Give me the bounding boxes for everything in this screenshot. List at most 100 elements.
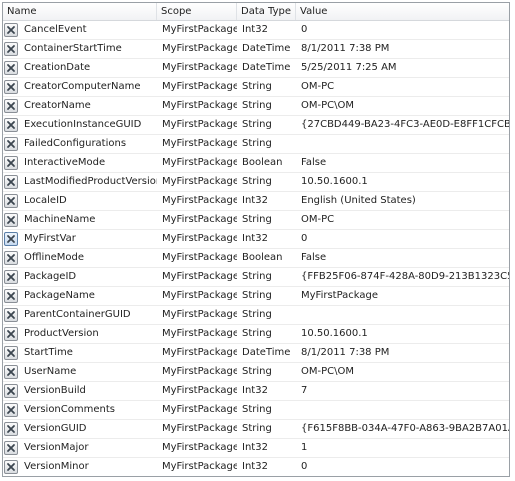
table-row[interactable]: FailedConfigurations MyFirstPackage String bbox=[3, 135, 509, 154]
value-cell[interactable]: 10.50.1600.1 bbox=[296, 173, 509, 191]
table-row[interactable]: PackageName MyFirstPackage String MyFirstPa… bbox=[3, 287, 509, 306]
value-cell[interactable]: OM-PC\OM bbox=[296, 363, 509, 381]
name-cell[interactable]: ParentContainerGUID bbox=[3, 306, 157, 324]
value-cell[interactable]: 10.50.1600.1 bbox=[296, 325, 509, 343]
name-cell[interactable]: CreatorComputerName bbox=[3, 78, 157, 96]
name-cell[interactable]: MyFirstVar bbox=[3, 230, 157, 248]
table-row[interactable]: CreationDate MyFirstPackage DateTime 5/25/2… bbox=[3, 59, 509, 78]
table-row[interactable]: StartTime MyFirstPackage DateTime 8/1/2011 … bbox=[3, 344, 509, 363]
data-type-cell[interactable]: String bbox=[237, 363, 296, 381]
data-type-cell[interactable]: String bbox=[237, 401, 296, 419]
name-cell[interactable]: MachineName bbox=[3, 211, 157, 229]
data-type-cell[interactable]: String bbox=[237, 78, 296, 96]
table-row[interactable]: ExecutionInstanceGUID MyFirstPackage Strin… bbox=[3, 116, 509, 135]
name-cell[interactable]: ContainerStartTime bbox=[3, 40, 157, 58]
data-type-cell[interactable]: String bbox=[237, 173, 296, 191]
table-row[interactable]: CreatorName MyFirstPackage String OM-PC\OM bbox=[3, 97, 509, 116]
value-cell[interactable]: False bbox=[296, 154, 509, 172]
name-cell[interactable]: VersionMajor bbox=[3, 439, 157, 457]
table-row[interactable]: CreatorComputerName MyFirstPackage String O… bbox=[3, 78, 509, 97]
value-cell[interactable]: 7 bbox=[296, 382, 509, 400]
name-cell[interactable]: LocaleID bbox=[3, 192, 157, 210]
data-type-cell[interactable]: String bbox=[237, 268, 296, 286]
table-row[interactable]: ContainerStartTime MyFirstPackage DateTime… bbox=[3, 40, 509, 59]
data-type-cell[interactable]: Int32 bbox=[237, 439, 296, 457]
data-type-cell[interactable]: Int32 bbox=[237, 382, 296, 400]
value-cell[interactable] bbox=[296, 401, 509, 419]
table-row[interactable]: UserName MyFirstPackage String OM-PC\OM bbox=[3, 363, 509, 382]
value-cell[interactable]: 1 bbox=[296, 439, 509, 457]
value-cell[interactable]: 8/1/2011 7:38 PM bbox=[296, 40, 509, 58]
data-type-cell[interactable]: Boolean bbox=[237, 249, 296, 267]
table-row[interactable]: PackageID MyFirstPackage String {FFB25F06-8… bbox=[3, 268, 509, 287]
value-cell[interactable]: OM-PC\OM bbox=[296, 97, 509, 115]
table-row[interactable]: VersionMajor MyFirstPackage Int32 1 bbox=[3, 439, 509, 458]
name-cell[interactable]: LastModifiedProductVersion bbox=[3, 173, 157, 191]
name-cell[interactable]: FailedConfigurations bbox=[3, 135, 157, 153]
table-row[interactable]: VersionComments MyFirstPackage String bbox=[3, 401, 509, 420]
value-cell[interactable]: OM-PC bbox=[296, 211, 509, 229]
value-cell[interactable]: False bbox=[296, 249, 509, 267]
data-type-cell[interactable]: String bbox=[237, 287, 296, 305]
value-cell[interactable] bbox=[296, 135, 509, 153]
data-type-cell[interactable]: Boolean bbox=[237, 154, 296, 172]
value-cell[interactable] bbox=[296, 306, 509, 324]
value-cell[interactable]: 8/1/2011 7:38 PM bbox=[296, 344, 509, 362]
data-type-cell[interactable]: String bbox=[237, 420, 296, 438]
column-header-data-type[interactable]: Data Type bbox=[237, 3, 296, 20]
name-cell[interactable]: VersionGUID bbox=[3, 420, 157, 438]
data-type-cell[interactable]: String bbox=[237, 306, 296, 324]
name-cell[interactable]: CreationDate bbox=[3, 59, 157, 77]
table-row[interactable]: MyFirstVar MyFirstPackage Int32 0 bbox=[3, 230, 509, 249]
name-cell[interactable]: OfflineMode bbox=[3, 249, 157, 267]
value-cell[interactable]: 5/25/2011 7:25 AM bbox=[296, 59, 509, 77]
column-header-name[interactable]: Name bbox=[3, 3, 157, 20]
table-row[interactable]: VersionGUID MyFirstPackage String {F615F8BB… bbox=[3, 420, 509, 439]
table-row[interactable]: CancelEvent MyFirstPackage Int32 0 bbox=[3, 21, 509, 40]
data-type-cell[interactable]: String bbox=[237, 211, 296, 229]
name-cell[interactable]: VersionMinor bbox=[3, 458, 157, 476]
table-row[interactable]: LocaleID MyFirstPackage Int32 English (Unit… bbox=[3, 192, 509, 211]
name-cell[interactable]: StartTime bbox=[3, 344, 157, 362]
name-cell[interactable]: InteractiveMode bbox=[3, 154, 157, 172]
name-cell[interactable]: VersionBuild bbox=[3, 382, 157, 400]
data-type-cell[interactable]: Int32 bbox=[237, 458, 296, 476]
name-cell[interactable]: CancelEvent bbox=[3, 21, 157, 39]
value-cell[interactable]: {FFB25F06-874F-428A-80D9-213B1323C510} bbox=[296, 268, 509, 286]
table-row[interactable]: MachineName MyFirstPackage String OM-PC bbox=[3, 211, 509, 230]
data-type-cell[interactable]: String bbox=[237, 97, 296, 115]
table-row[interactable]: ProductVersion MyFirstPackage String 10.50.… bbox=[3, 325, 509, 344]
data-type-cell[interactable]: String bbox=[237, 325, 296, 343]
name-cell[interactable]: VersionComments bbox=[3, 401, 157, 419]
column-header-scope[interactable]: Scope bbox=[157, 3, 237, 20]
table-row[interactable]: InteractiveMode MyFirstPackage Boolean Fals… bbox=[3, 154, 509, 173]
value-cell[interactable]: 0 bbox=[296, 230, 509, 248]
data-type-cell[interactable]: DateTime bbox=[237, 59, 296, 77]
column-header-value[interactable]: Value bbox=[296, 3, 509, 20]
table-row[interactable]: ParentContainerGUID MyFirstPackage String bbox=[3, 306, 509, 325]
data-type-cell[interactable]: Int32 bbox=[237, 21, 296, 39]
data-type-cell[interactable]: Int32 bbox=[237, 192, 296, 210]
value-cell[interactable]: {F615F8BB-034A-47F0-A863-9BA2B7A01AB2} bbox=[296, 420, 509, 438]
data-type-cell[interactable]: String bbox=[237, 116, 296, 134]
table-row[interactable]: OfflineMode MyFirstPackage Boolean False bbox=[3, 249, 509, 268]
name-cell[interactable]: CreatorName bbox=[3, 97, 157, 115]
name-cell[interactable]: PackageName bbox=[3, 287, 157, 305]
name-cell[interactable]: ExecutionInstanceGUID bbox=[3, 116, 157, 134]
value-cell[interactable]: {27CBD449-BA23-4FC3-AE0D-E8FF1CFCB1E9} bbox=[296, 116, 509, 134]
value-cell[interactable]: OM-PC bbox=[296, 78, 509, 96]
table-row[interactable]: VersionBuild MyFirstPackage Int32 7 bbox=[3, 382, 509, 401]
data-type-cell[interactable]: Int32 bbox=[237, 230, 296, 248]
table-row[interactable]: LastModifiedProductVersion MyFirstPackage… bbox=[3, 173, 509, 192]
value-cell[interactable]: MyFirstPackage bbox=[296, 287, 509, 305]
data-type-cell[interactable]: String bbox=[237, 135, 296, 153]
value-cell[interactable]: 0 bbox=[296, 21, 509, 39]
name-cell[interactable]: UserName bbox=[3, 363, 157, 381]
value-cell[interactable]: 0 bbox=[296, 458, 509, 476]
table-row[interactable]: VersionMinor MyFirstPackage Int32 0 bbox=[3, 458, 509, 476]
data-type-cell[interactable]: DateTime bbox=[237, 344, 296, 362]
value-cell[interactable]: English (United States) bbox=[296, 192, 509, 210]
variables-grid[interactable]: Name Scope Data Type Value CancelEvent My… bbox=[2, 2, 510, 477]
data-type-cell[interactable]: DateTime bbox=[237, 40, 296, 58]
name-cell[interactable]: PackageID bbox=[3, 268, 157, 286]
